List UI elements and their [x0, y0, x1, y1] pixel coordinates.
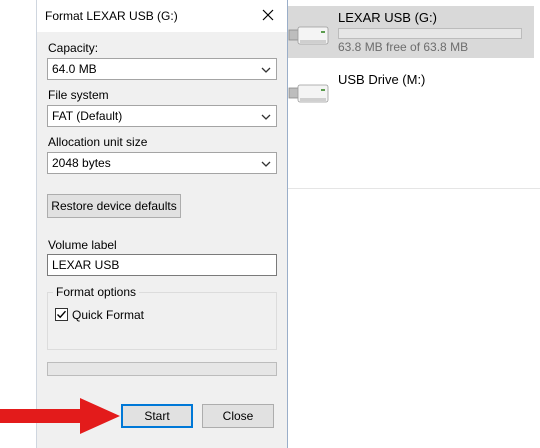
checkmark-icon [57, 310, 67, 319]
allocation-unit-select[interactable]: 2048 bytes [47, 152, 277, 174]
capacity-value: 64.0 MB [52, 62, 97, 76]
capacity-select[interactable]: 64.0 MB [47, 58, 277, 80]
file-system-label: File system [48, 88, 109, 102]
allocation-unit-value: 2048 bytes [52, 156, 111, 170]
drive-usage-bar [338, 28, 522, 39]
close-button[interactable]: Close [202, 404, 274, 428]
format-dialog: Format LEXAR USB (G:) Capacity: 64.0 MB … [36, 0, 288, 448]
dialog-title: Format LEXAR USB (G:) [45, 9, 178, 23]
file-system-select[interactable]: FAT (Default) [47, 105, 277, 127]
allocation-unit-label: Allocation unit size [48, 135, 148, 149]
volume-label-field[interactable] [47, 254, 277, 276]
quick-format-checkbox[interactable] [55, 308, 68, 321]
dialog-titlebar[interactable]: Format LEXAR USB (G:) [37, 0, 287, 32]
drive-name: USB Drive (M:) [338, 72, 426, 87]
volume-label-input[interactable] [52, 256, 272, 274]
drive-item-lexar-usb[interactable]: LEXAR USB (G:) 63.8 MB free of 63.8 MB [284, 6, 534, 58]
drive-item-usb-drive[interactable]: USB Drive (M:) [284, 66, 534, 118]
chevron-down-icon [261, 161, 271, 167]
volume-label-label: Volume label [48, 238, 117, 252]
format-options-group: Format options Quick Format [47, 285, 277, 350]
drive-free-space: 63.8 MB free of 63.8 MB [338, 40, 469, 54]
file-system-value: FAT (Default) [52, 109, 123, 123]
section-divider [288, 188, 540, 189]
red-arrow-annotation [0, 398, 120, 434]
quick-format-label: Quick Format [72, 308, 145, 322]
drive-name: LEXAR USB (G:) [338, 10, 437, 25]
start-button[interactable]: Start [121, 404, 193, 428]
format-progress-bar [47, 362, 277, 376]
chevron-down-icon [261, 67, 271, 73]
chevron-down-icon [261, 114, 271, 120]
capacity-label: Capacity: [48, 41, 99, 55]
restore-defaults-button[interactable]: Restore device defaults [47, 194, 181, 218]
usb-drive-icon [288, 84, 329, 103]
usb-drive-icon [288, 26, 329, 45]
close-icon[interactable] [259, 6, 277, 24]
format-options-legend: Format options [53, 285, 140, 299]
